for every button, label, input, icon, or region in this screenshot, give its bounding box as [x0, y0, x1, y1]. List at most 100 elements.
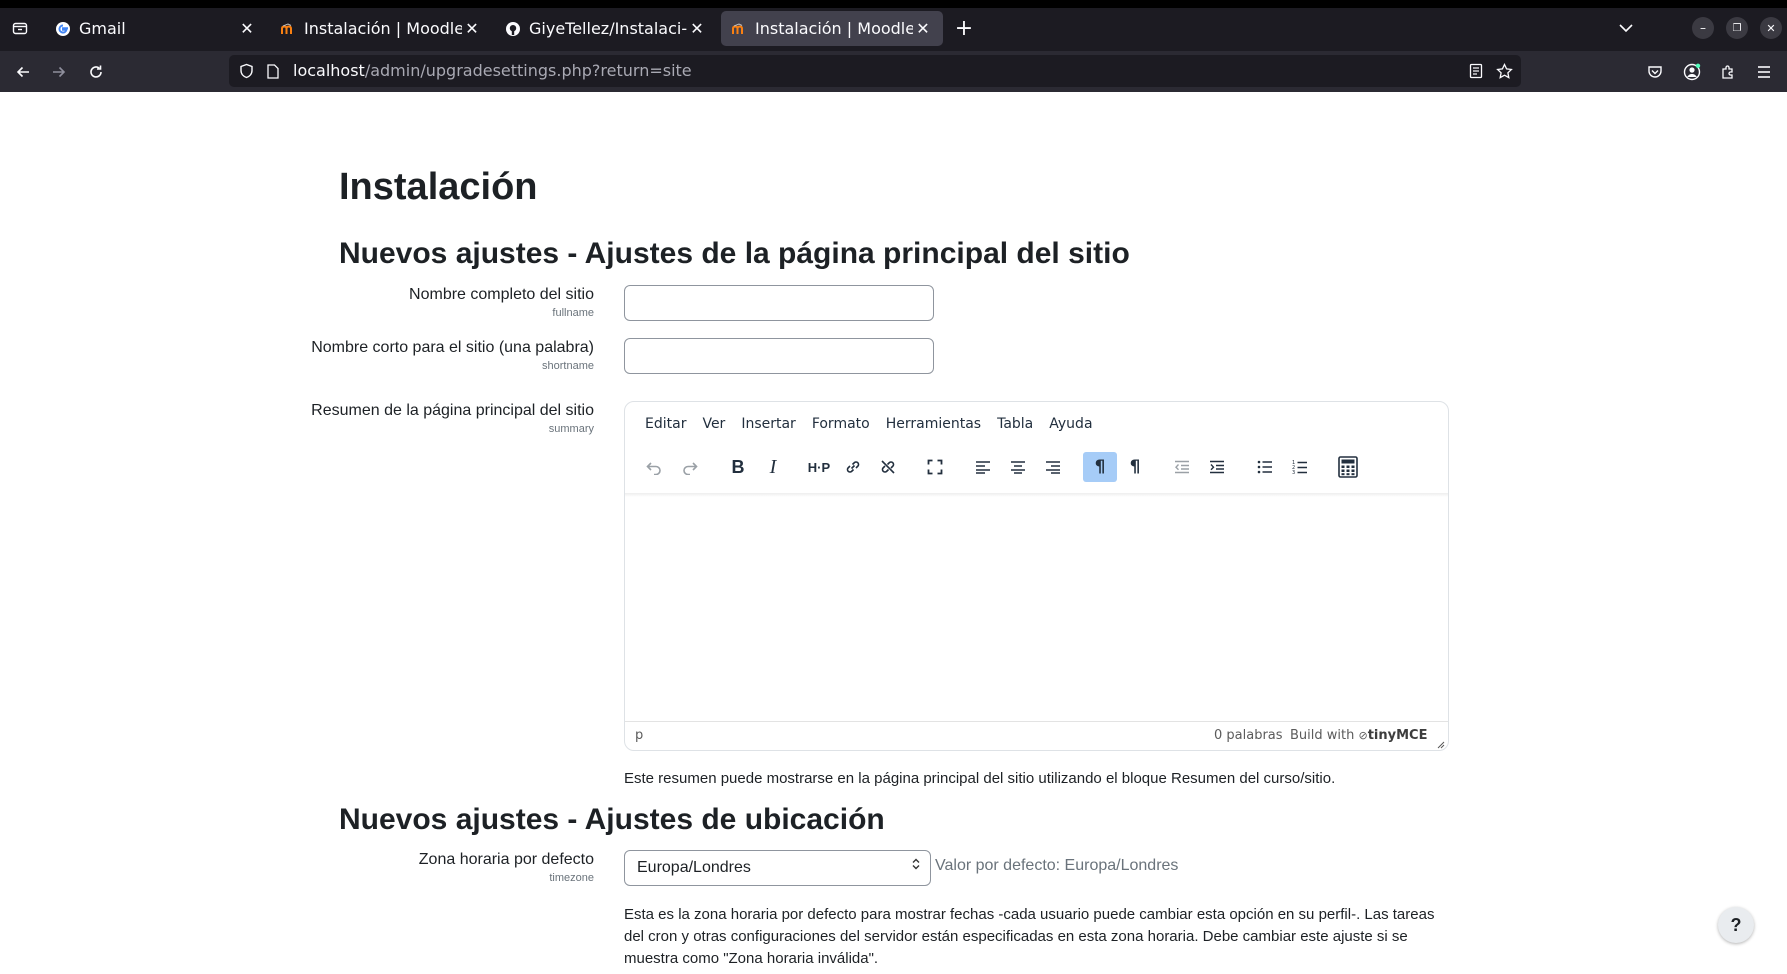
- bold-icon[interactable]: B: [721, 452, 755, 482]
- tinymce-branding[interactable]: Build with ⊘tinyMCE: [1290, 728, 1427, 743]
- summary-label: Resumen de la página principal del sitio: [311, 402, 594, 419]
- new-tab-icon[interactable]: +: [952, 16, 976, 41]
- shield-icon[interactable]: [237, 62, 255, 80]
- page-content: Instalación Nuevos ajustes - Ajustes de …: [0, 92, 1787, 974]
- select-updown-icon: [912, 851, 920, 885]
- editor-statusbar: p 0 palabras Build with ⊘tinyMCE: [625, 721, 1448, 750]
- menu-editar[interactable]: Editar: [637, 416, 694, 432]
- page-info-icon[interactable]: [264, 62, 282, 80]
- timezone-default-value: Valor por defecto: Europa/Londres: [935, 857, 1179, 874]
- resize-handle-icon[interactable]: [1435, 738, 1445, 749]
- close-tab-icon[interactable]: ✕: [913, 19, 933, 38]
- menu-formato[interactable]: Formato: [804, 416, 878, 432]
- url-host: localhost: [293, 61, 365, 80]
- fullname-label-group: Nombre completo del sitio fullname: [294, 284, 594, 320]
- pocket-icon[interactable]: [1642, 59, 1668, 85]
- tab-gmail[interactable]: Gmail ✕: [45, 11, 267, 46]
- close-window-icon[interactable]: ✕: [1760, 17, 1782, 39]
- close-tab-icon[interactable]: ✕: [462, 19, 482, 38]
- close-tab-icon[interactable]: ✕: [687, 19, 707, 38]
- build-with-text: Build with: [1290, 728, 1355, 743]
- browser-tab-bar: Gmail ✕ Instalación | Moodle ✕ GiyeTelle…: [0, 0, 1787, 51]
- link-icon[interactable]: [836, 452, 870, 482]
- timezone-label-group: Zona horaria por defecto timezone: [294, 849, 594, 885]
- list-tabs-icon[interactable]: [1614, 16, 1638, 40]
- page-title: Instalación: [339, 166, 538, 208]
- tab-github[interactable]: GiyeTellez/Instalaci-n-Mo ✕: [495, 11, 717, 46]
- menu-icon[interactable]: [1751, 59, 1777, 85]
- moodle-icon: [731, 21, 747, 37]
- summary-key: summary: [548, 423, 594, 435]
- reload-icon[interactable]: [83, 59, 109, 85]
- menu-tabla[interactable]: Tabla: [989, 416, 1041, 432]
- tab-title: GiyeTellez/Instalaci-n-Mo: [529, 19, 687, 38]
- tinymce-logo-icon: ⊘: [1358, 729, 1368, 742]
- github-icon: [505, 21, 521, 37]
- outdent-icon[interactable]: [1165, 452, 1199, 482]
- google-icon: [55, 21, 71, 37]
- back-icon[interactable]: [10, 59, 36, 85]
- account-icon[interactable]: [1679, 59, 1705, 85]
- menu-ayuda[interactable]: Ayuda: [1041, 416, 1100, 432]
- fullname-label: Nombre completo del sitio: [409, 286, 594, 303]
- window-top-strip: [0, 0, 1787, 8]
- tab-overview-icon[interactable]: [8, 16, 32, 40]
- numbered-list-icon[interactable]: 123: [1283, 452, 1317, 482]
- italic-icon[interactable]: I: [756, 452, 790, 482]
- close-tab-icon[interactable]: ✕: [237, 19, 257, 38]
- bullet-list-icon[interactable]: [1248, 452, 1282, 482]
- shortname-label: Nombre corto para el sitio (una palabra): [311, 339, 594, 356]
- svg-text:3: 3: [1292, 470, 1295, 475]
- word-count[interactable]: 0 palabras: [1214, 728, 1283, 743]
- undo-icon[interactable]: [637, 452, 671, 482]
- rtl-direction-icon[interactable]: ¶: [1118, 452, 1152, 482]
- tab-moodle-1[interactable]: Instalación | Moodle ✕: [270, 11, 492, 46]
- timezone-label: Zona horaria por defecto: [418, 851, 594, 868]
- redo-icon[interactable]: [673, 452, 707, 482]
- element-path[interactable]: p: [635, 728, 643, 743]
- tinymce-brand: tinyMCE: [1367, 728, 1428, 743]
- shortname-key: shortname: [542, 360, 594, 372]
- minimize-window-icon[interactable]: –: [1692, 17, 1714, 39]
- menu-herramientas[interactable]: Herramientas: [878, 416, 989, 432]
- editor-toolbar: B I H·P ¶ ¶ 1 2 3: [637, 452, 1437, 486]
- tab-title: Instalación | Moodle: [755, 19, 913, 38]
- timezone-help-text: Esta es la zona horaria por defecto para…: [624, 906, 1435, 967]
- summary-rich-text-editor: Editar Ver Insertar Formato Herramientas…: [624, 401, 1449, 751]
- align-right-icon[interactable]: [1036, 452, 1070, 482]
- url-text[interactable]: localhost/admin/upgradesettings.php?retu…: [293, 55, 692, 87]
- tab-title: Instalación | Moodle: [304, 19, 462, 38]
- indent-icon[interactable]: [1200, 452, 1234, 482]
- help-button[interactable]: ?: [1718, 907, 1754, 943]
- extensions-icon[interactable]: [1715, 59, 1741, 85]
- section-heading-frontpage: Nuevos ajustes - Ajustes de la página pr…: [339, 237, 1130, 270]
- moodle-icon: [280, 21, 296, 37]
- section-heading-location: Nuevos ajustes - Ajustes de ubicación: [339, 803, 885, 836]
- align-left-icon[interactable]: [966, 452, 1000, 482]
- timezone-select[interactable]: Europa/Londres: [624, 850, 931, 886]
- address-bar[interactable]: localhost/admin/upgradesettings.php?retu…: [229, 55, 1521, 87]
- h5p-icon[interactable]: H·P: [802, 452, 836, 482]
- shortname-field[interactable]: [624, 338, 934, 374]
- calculator-icon[interactable]: [1331, 452, 1365, 482]
- reader-view-icon[interactable]: [1467, 62, 1485, 80]
- fullname-field[interactable]: [624, 285, 934, 321]
- menu-ver[interactable]: Ver: [694, 416, 733, 432]
- forward-icon[interactable]: [46, 59, 72, 85]
- tab-moodle-active[interactable]: Instalación | Moodle ✕: [721, 11, 943, 46]
- timezone-selected-value: Europa/Londres: [637, 859, 751, 876]
- editor-content-area[interactable]: [625, 497, 1448, 722]
- timezone-key: timezone: [549, 872, 594, 884]
- summary-label-group: Resumen de la página principal del sitio…: [294, 400, 594, 436]
- unlink-icon[interactable]: [871, 452, 905, 482]
- restore-window-icon[interactable]: ❐: [1726, 17, 1748, 39]
- ltr-direction-icon[interactable]: ¶: [1083, 452, 1117, 482]
- align-center-icon[interactable]: [1001, 452, 1035, 482]
- shortname-label-group: Nombre corto para el sitio (una palabra)…: [294, 337, 594, 373]
- fullscreen-icon[interactable]: [918, 452, 952, 482]
- editor-menubar: Editar Ver Insertar Formato Herramientas…: [637, 416, 1101, 432]
- menu-insertar[interactable]: Insertar: [733, 416, 804, 432]
- summary-help-text: Este resumen puede mostrarse en la págin…: [624, 770, 1336, 787]
- bookmark-star-icon[interactable]: [1495, 62, 1513, 80]
- fullname-key: fullname: [552, 307, 594, 319]
